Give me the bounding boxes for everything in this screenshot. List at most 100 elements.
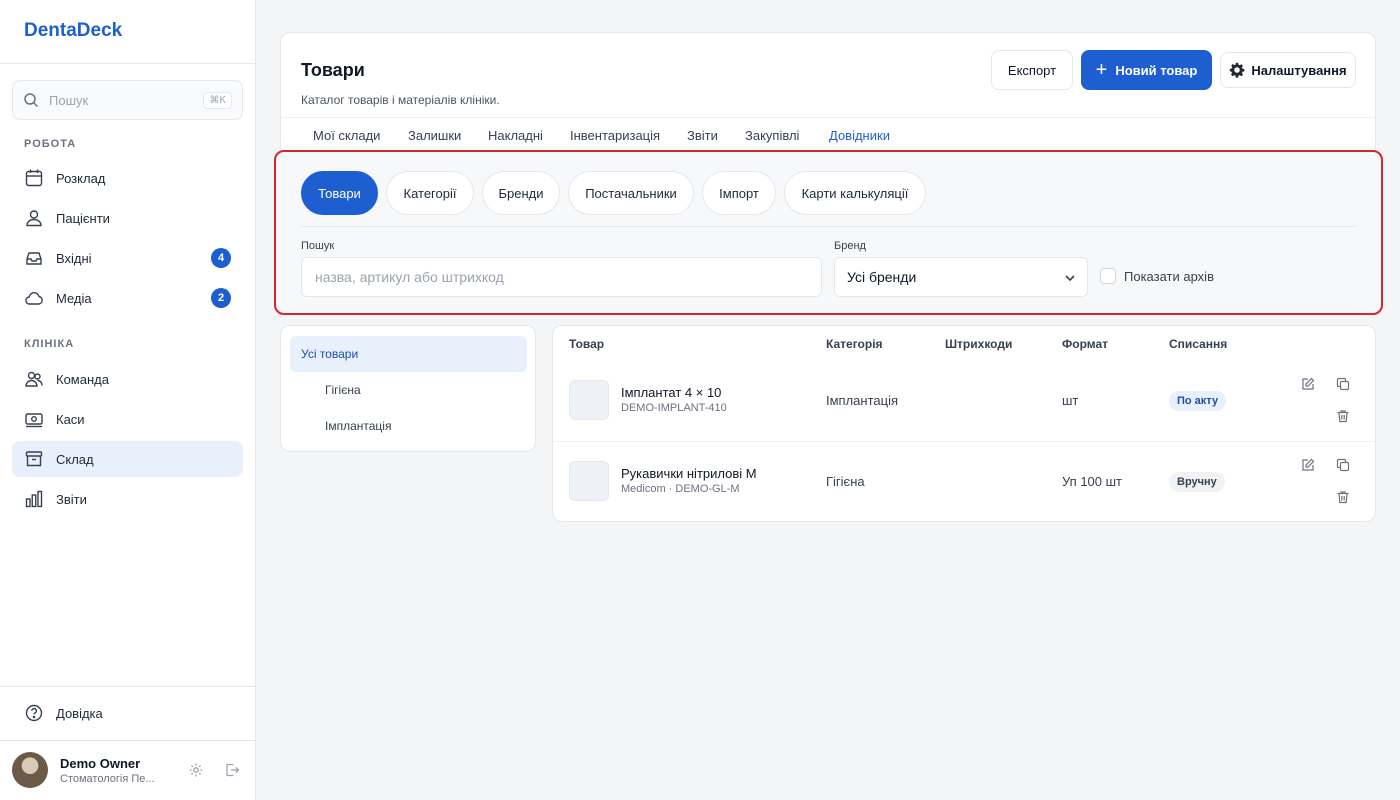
- sidebar-item-label: Склад: [56, 451, 94, 467]
- sidebar-item-patients[interactable]: Пацієнти: [12, 200, 243, 236]
- sidebar-item-help[interactable]: Довідка: [12, 695, 243, 731]
- plus-icon: +: [1095, 59, 1108, 81]
- user-profile: Demo Owner Стоматологія Пе...: [12, 752, 243, 788]
- sidebar: DentaDeck Пошук ⌘K РОБОТА Розклад Пацієн…: [0, 0, 256, 800]
- sidebar-item-schedule[interactable]: Розклад: [12, 160, 243, 196]
- tab-inventory[interactable]: Інвентаризація: [570, 128, 660, 143]
- writeoff-badge: По акту: [1169, 391, 1227, 411]
- sidebar-item-reports[interactable]: Звіти: [12, 481, 243, 517]
- tab-purchases[interactable]: Закупівлі: [745, 128, 799, 143]
- search-input[interactable]: Пошук ⌘K: [12, 80, 243, 120]
- show-archive-checkbox[interactable]: Показати архів: [1100, 268, 1214, 284]
- product-search-placeholder: назва, артикул або штрихкод: [315, 269, 504, 285]
- user-clinic: Стоматологія Пе...: [60, 772, 155, 785]
- tab-my-warehouses[interactable]: Мої склади: [313, 128, 380, 143]
- product-category: Гігієна: [826, 474, 865, 489]
- sidebar-item-label: Команда: [56, 371, 109, 387]
- warehouse-icon: [25, 451, 43, 467]
- sidebar-divider: [0, 686, 255, 687]
- column-header-writeoff: Списання: [1169, 337, 1228, 351]
- avatar[interactable]: [12, 752, 48, 788]
- delete-icon[interactable]: [1336, 490, 1350, 504]
- table-row[interactable]: Імплантат 4 × 10 DEMO-IMPLANT-410 Імплан…: [553, 360, 1375, 440]
- sidebar-item-cash[interactable]: Каси: [12, 401, 243, 437]
- sidebar-item-team[interactable]: Команда: [12, 361, 243, 397]
- help-icon: [25, 704, 43, 722]
- subtab-suppliers[interactable]: Постачальники: [568, 171, 694, 215]
- category-hygiene[interactable]: Гігієна: [290, 372, 527, 408]
- cloud-icon: [25, 292, 43, 305]
- product-format: Уп 100 шт: [1062, 474, 1123, 489]
- product-thumbnail: [569, 461, 609, 501]
- search-icon: [24, 93, 39, 108]
- filter-divider: [301, 226, 1356, 227]
- sidebar-item-inbox[interactable]: Вхідні 4: [12, 240, 243, 276]
- category-implantation[interactable]: Імплантація: [290, 408, 527, 444]
- sidebar-item-label: Вхідні: [56, 250, 92, 266]
- cash-register-icon: [25, 413, 43, 428]
- patients-icon: [26, 210, 42, 227]
- sidebar-item-label: Каси: [56, 411, 85, 427]
- tab-reports[interactable]: Звіти: [687, 128, 718, 143]
- product-format: шт: [1062, 393, 1079, 408]
- writeoff-badge: Вручну: [1169, 472, 1225, 492]
- show-archive-label: Показати архів: [1124, 268, 1214, 284]
- inbox-icon: [26, 252, 42, 265]
- new-product-label: Новий товар: [1115, 62, 1198, 78]
- section-label-clinic: КЛІНІКА: [24, 338, 75, 350]
- sidebar-item-warehouse[interactable]: Склад: [12, 441, 243, 477]
- product-sku: Medicom · DEMO-GL-M: [621, 483, 740, 495]
- column-header-product: Товар: [569, 337, 605, 351]
- export-button[interactable]: Експорт: [991, 50, 1073, 90]
- gear-icon: [1230, 62, 1245, 78]
- subtab-categories[interactable]: Категорії: [386, 171, 474, 215]
- filter-panel: Товари Категорії Бренди Постачальники Ім…: [274, 150, 1383, 315]
- sidebar-item-media[interactable]: Медіа 2: [12, 280, 243, 316]
- category-all[interactable]: Усі товари: [290, 336, 527, 372]
- sidebar-item-label: Довідка: [56, 705, 103, 721]
- logout-icon[interactable]: [224, 762, 240, 778]
- inbox-count-badge: 4: [211, 248, 231, 268]
- product-search-input[interactable]: назва, артикул або штрихкод: [301, 257, 822, 297]
- search-shortcut: ⌘K: [203, 91, 232, 109]
- calendar-icon: [25, 169, 43, 187]
- edit-icon[interactable]: [1301, 377, 1315, 391]
- tab-invoices[interactable]: Накладні: [488, 128, 543, 143]
- settings-button[interactable]: Налаштування: [1220, 52, 1356, 88]
- sidebar-item-label: Розклад: [56, 170, 106, 186]
- gear-icon[interactable]: [188, 762, 204, 778]
- tab-stock[interactable]: Залишки: [408, 128, 461, 143]
- team-icon: [25, 371, 43, 387]
- sidebar-item-label: Пацієнти: [56, 210, 110, 226]
- subtab-products[interactable]: Товари: [301, 171, 378, 215]
- reports-icon: [25, 490, 43, 508]
- column-header-format: Формат: [1062, 337, 1109, 351]
- page-title: Товари: [301, 60, 365, 80]
- table-row[interactable]: Рукавички нітрилові M Medicom · DEMO-GL-…: [553, 441, 1375, 521]
- product-thumbnail: [569, 380, 609, 420]
- edit-icon[interactable]: [1301, 458, 1315, 472]
- page-subtitle: Каталог товарів і матеріалів клініки.: [301, 93, 500, 107]
- chevron-down-icon: [1065, 275, 1075, 282]
- column-header-category: Категорія: [826, 337, 883, 351]
- settings-label: Налаштування: [1251, 62, 1347, 78]
- delete-icon[interactable]: [1336, 409, 1350, 423]
- media-count-badge: 2: [211, 288, 231, 308]
- tab-directories[interactable]: Довідники: [829, 128, 890, 143]
- subtab-brands[interactable]: Бренди: [482, 171, 560, 215]
- user-name: Demo Owner: [60, 755, 141, 771]
- new-product-button[interactable]: + Новий товар: [1081, 50, 1212, 90]
- search-placeholder: Пошук: [49, 92, 89, 108]
- sidebar-divider: [0, 63, 255, 64]
- app-logo[interactable]: DentaDeck: [24, 20, 122, 42]
- subtab-calc-cards[interactable]: Карти калькуляції: [784, 171, 926, 215]
- product-name: Імплантат 4 × 10: [621, 385, 722, 400]
- sidebar-item-label: Звіти: [56, 491, 87, 507]
- copy-icon[interactable]: [1336, 377, 1350, 391]
- brand-select-value: Усі бренди: [847, 269, 917, 285]
- copy-icon[interactable]: [1336, 458, 1350, 472]
- category-tree: Усі товари Гігієна Імплантація: [280, 325, 536, 452]
- subtab-import[interactable]: Імпорт: [702, 171, 776, 215]
- brand-select[interactable]: Усі бренди: [834, 257, 1088, 297]
- checkbox-box[interactable]: [1100, 268, 1116, 284]
